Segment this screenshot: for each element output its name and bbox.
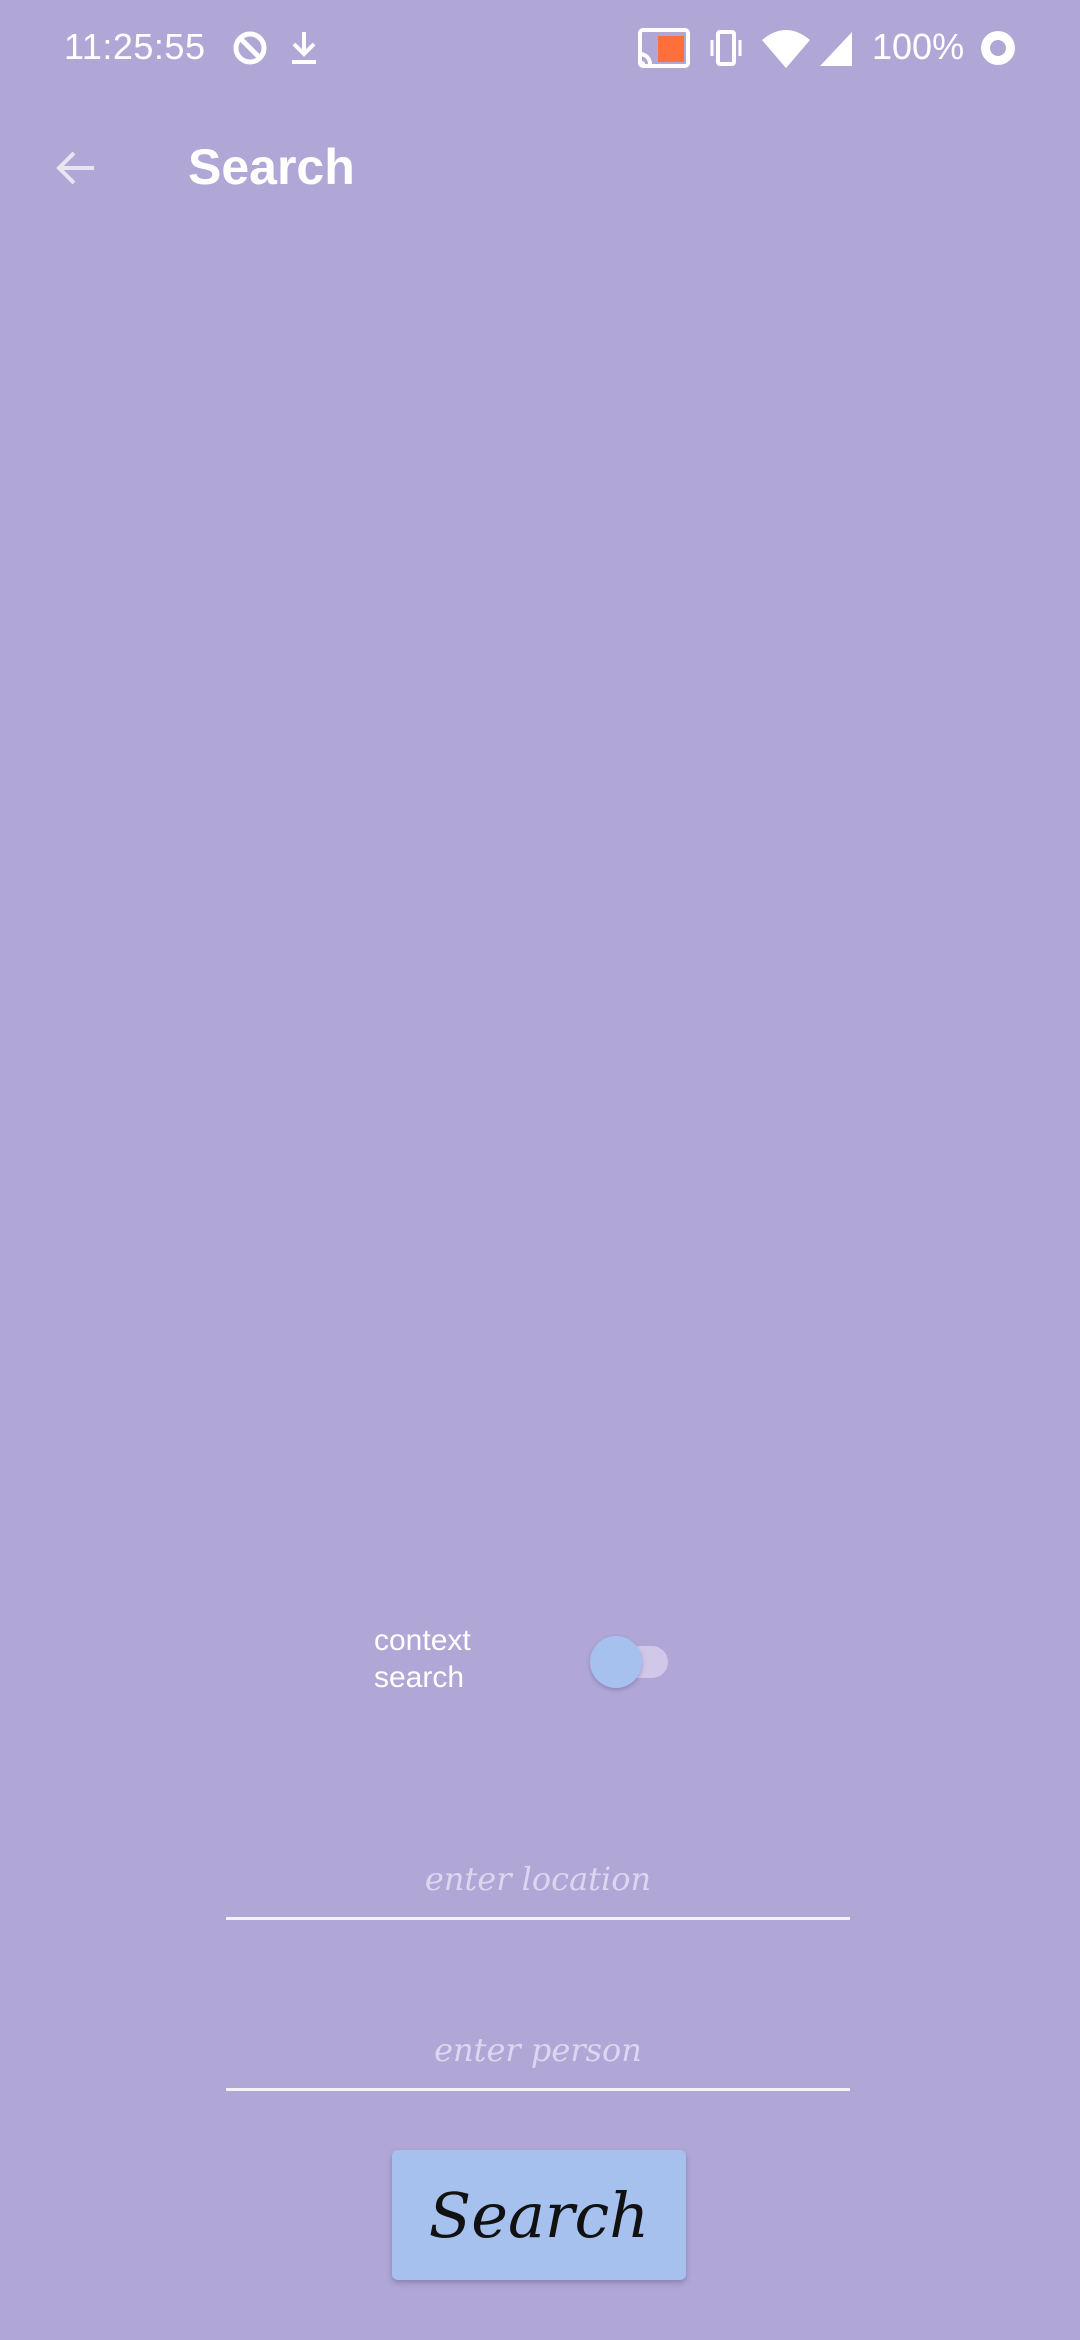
arrow-back-icon[interactable]: [52, 144, 100, 192]
download-icon: [292, 32, 316, 64]
location-input[interactable]: [226, 1840, 850, 1920]
wifi-icon: [762, 30, 810, 68]
battery-percentage: 100%: [872, 26, 965, 67]
person-input[interactable]: [226, 2011, 850, 2091]
page-title: Search: [188, 139, 355, 195]
context-search-toggle[interactable]: [588, 1632, 678, 1688]
app-bar: Search: [0, 96, 1080, 246]
vibrate-icon: [710, 30, 742, 66]
back-button[interactable]: [40, 132, 112, 204]
signal-icon: [820, 32, 852, 66]
context-search-label: context search: [374, 1624, 471, 1694]
status-bar: 11:25:55 100%: [0, 0, 1080, 96]
status-time: 11:25:55: [64, 26, 206, 67]
data-saver-icon: [233, 31, 267, 65]
toggle-thumb[interactable]: [590, 1636, 642, 1688]
search-button[interactable]: Search: [392, 2150, 686, 2280]
battery-saver-icon: [981, 31, 1015, 65]
cast-icon: [638, 28, 690, 68]
